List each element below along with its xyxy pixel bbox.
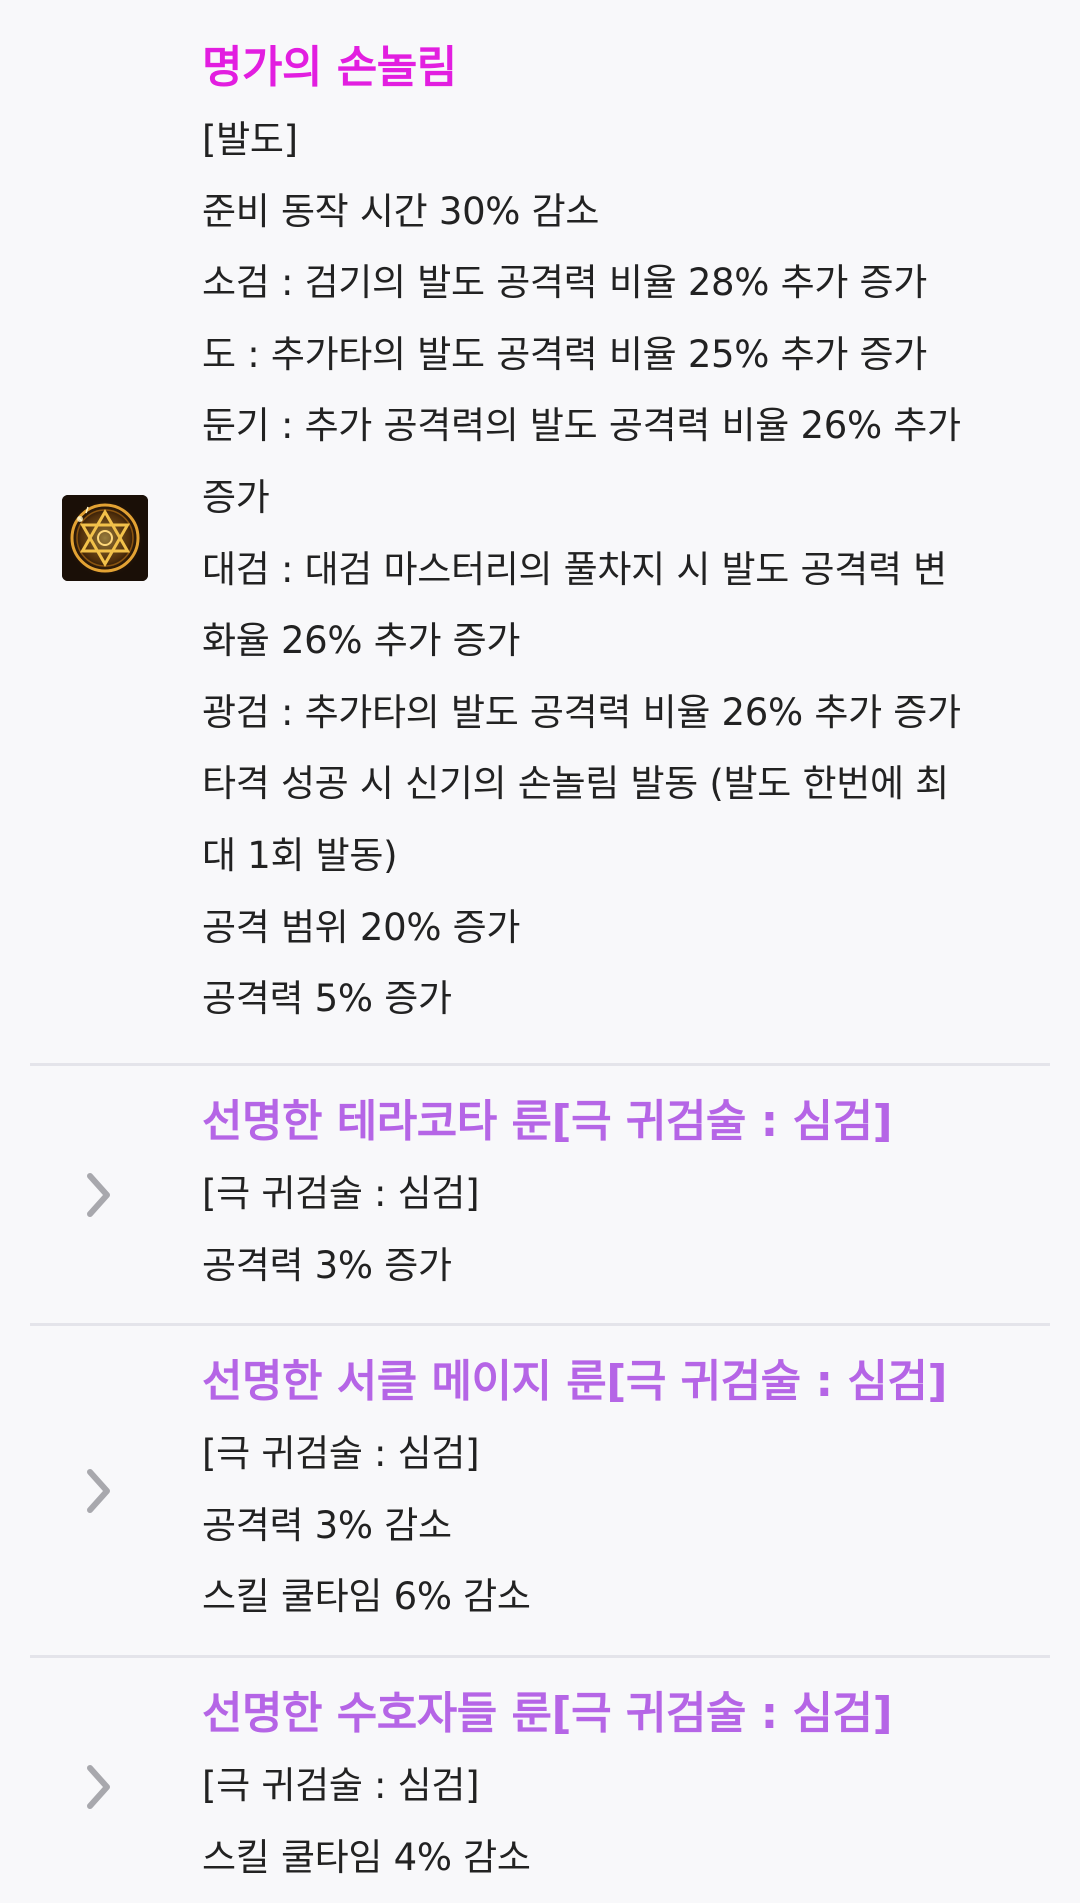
- divider: [30, 1655, 1050, 1658]
- rune-icon-column: [0, 1346, 200, 1654]
- rune-title: 선명한 테라코타 룬[극 귀검술 : 심검]: [202, 1096, 893, 1147]
- rune-content: 선명한 테라코타 룬[극 귀검술 : 심검] [극 귀검술 : 심검] 공격력 …: [202, 1086, 1050, 1301]
- legendary-line: 둔기 : 추가 공격력의 발도 공격력 비율 26% 추가: [202, 404, 961, 448]
- hexagram-rune-icon: [62, 495, 148, 581]
- rune-content: 선명한 수호자들 룬[극 귀검술 : 심검] [극 귀검술 : 심검] 스킬 쿨…: [202, 1678, 1050, 1893]
- legendary-line: 도 : 추가타의 발도 공격력 비율 25% 추가 증가: [202, 332, 928, 376]
- rune-entry[interactable]: 선명한 서클 메이지 룬[극 귀검술 : 심검] [극 귀검술 : 심검] 공격…: [0, 1346, 1080, 1654]
- chevron-right-icon[interactable]: [86, 1172, 112, 1218]
- divider: [30, 1323, 1050, 1326]
- legendary-line: [발도]: [202, 118, 298, 161]
- legendary-line: 공격 범위 20% 증가: [202, 905, 521, 949]
- rune-line: 공격력 3% 증가: [202, 1243, 452, 1287]
- legendary-line: 준비 동작 시간 30% 감소: [202, 189, 600, 233]
- rune-line: [극 귀검술 : 심검]: [202, 1172, 480, 1215]
- rune-detail-list: 명가의 손놀림 [발도] 준비 동작 시간 30% 감소 소검 : 검기의 발도…: [0, 0, 1080, 1903]
- chevron-right-icon[interactable]: [86, 1764, 112, 1810]
- legendary-line: 대검 : 대검 마스터리의 풀차지 시 발도 공격력 변: [202, 547, 947, 591]
- legendary-icon-column: [0, 32, 200, 1062]
- legendary-line: 증가: [202, 475, 270, 519]
- rune-line: [극 귀검술 : 심검]: [202, 1432, 480, 1475]
- rune-icon-column: [0, 1086, 200, 1321]
- legendary-rune-entry: 명가의 손놀림 [발도] 준비 동작 시간 30% 감소 소검 : 검기의 발도…: [0, 32, 1080, 1062]
- rune-line: [극 귀검술 : 심검]: [202, 1764, 480, 1807]
- rune-line: 스킬 쿨타임 4% 감소: [202, 1835, 531, 1879]
- legendary-line: 공격력 5% 증가: [202, 977, 452, 1021]
- rune-icon-column: [0, 1678, 200, 1903]
- legendary-line: 타격 성공 시 신기의 손놀림 발동 (발도 한번에 최: [202, 762, 949, 806]
- rune-line: 스킬 쿨타임 6% 감소: [202, 1575, 531, 1619]
- rune-title: 선명한 서클 메이지 룬[극 귀검술 : 심검]: [202, 1356, 947, 1407]
- chevron-right-icon[interactable]: [86, 1468, 112, 1514]
- rune-line: 공격력 3% 감소: [202, 1503, 452, 1547]
- legendary-line: 소검 : 검기의 발도 공격력 비율 28% 추가 증가: [202, 261, 928, 305]
- rune-content: 선명한 서클 메이지 룬[극 귀검술 : 심검] [극 귀검술 : 심검] 공격…: [202, 1346, 1050, 1633]
- legendary-line: 대 1회 발동): [202, 833, 398, 877]
- legendary-title: 명가의 손놀림: [202, 42, 457, 93]
- rune-entry[interactable]: 선명한 수호자들 룬[극 귀검술 : 심검] [극 귀검술 : 심검] 스킬 쿨…: [0, 1678, 1080, 1903]
- rune-title: 선명한 수호자들 룬[극 귀검술 : 심검]: [202, 1688, 893, 1739]
- legendary-content: 명가의 손놀림 [발도] 준비 동작 시간 30% 감소 소검 : 검기의 발도…: [202, 32, 1050, 1035]
- rune-entry[interactable]: 선명한 테라코타 룬[극 귀검술 : 심검] [극 귀검술 : 심검] 공격력 …: [0, 1086, 1080, 1321]
- legendary-line: 광검 : 추가타의 발도 공격력 비율 26% 추가 증가: [202, 690, 961, 734]
- hexagram-rune-icon-graphic: [62, 495, 148, 581]
- legendary-line: 화율 26% 추가 증가: [202, 619, 521, 663]
- divider: [30, 1063, 1050, 1066]
